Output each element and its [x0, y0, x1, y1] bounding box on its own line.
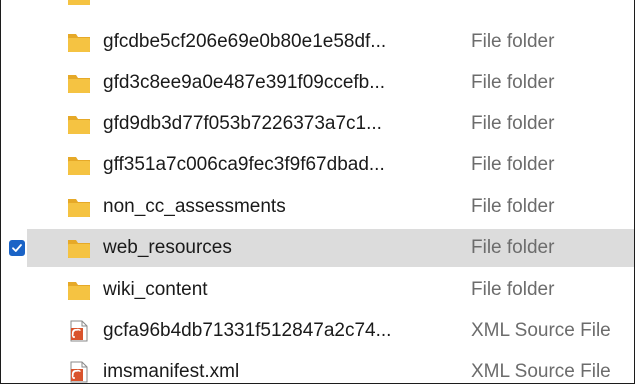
file-row[interactable]: imsmanifest.xml XML Source File	[27, 353, 634, 383]
file-row[interactable]: gcfa96b4db71331f512847a2c74... XML Sourc…	[27, 312, 634, 350]
file-name: wiki_content	[103, 279, 208, 300]
file-type: XML Source File	[471, 361, 611, 382]
file-row[interactable]: gff351a7c006ca9fec3f9f67dbad... File fol…	[27, 146, 634, 184]
file-explorer-list-view: gfcdbe5cf206e69e0b80e1e58df... File fold…	[0, 0, 635, 384]
file-type: File folder	[471, 154, 555, 175]
file-name: gff351a7c006ca9fec3f9f67dbad...	[103, 154, 385, 175]
file-row-selected[interactable]: web_resources File folder	[9, 229, 634, 267]
file-name: gfd3c8ee9a0e487e391f09ccefb...	[103, 72, 386, 93]
file-name: gfd9db3d77f053b7226373a7c1...	[103, 113, 382, 134]
file-row-clipped[interactable]	[27, 0, 634, 14]
file-type: File folder	[471, 279, 555, 300]
file-row[interactable]: gfd3c8ee9a0e487e391f09ccefb... File fold…	[27, 64, 634, 102]
file-row[interactable]: gfd9db3d77f053b7226373a7c1... File folde…	[27, 105, 634, 143]
folder-icon	[67, 279, 91, 301]
xml-file-icon	[67, 320, 91, 342]
file-name: gfcdbe5cf206e69e0b80e1e58df...	[103, 31, 387, 52]
file-type: File folder	[471, 113, 555, 134]
xml-file-icon	[67, 361, 91, 383]
folder-icon	[67, 237, 91, 259]
file-list: gfcdbe5cf206e69e0b80e1e58df... File fold…	[1, 0, 634, 383]
file-row[interactable]: wiki_content File folder	[27, 271, 634, 309]
folder-icon	[67, 0, 91, 6]
file-row[interactable]: non_cc_assessments File folder	[27, 188, 634, 226]
file-type: XML Source File	[471, 320, 611, 341]
folder-icon	[67, 154, 91, 176]
file-type: File folder	[471, 72, 555, 93]
selection-checkbox[interactable]	[9, 240, 25, 256]
folder-icon	[67, 31, 91, 53]
file-name: web_resources	[103, 237, 232, 258]
folder-icon	[67, 72, 91, 94]
folder-icon	[67, 196, 91, 218]
file-type: File folder	[471, 196, 555, 217]
file-row[interactable]: gfcdbe5cf206e69e0b80e1e58df... File fold…	[27, 23, 634, 61]
file-type: File folder	[471, 237, 555, 258]
file-type: File folder	[471, 31, 555, 52]
folder-icon	[67, 113, 91, 135]
file-name: non_cc_assessments	[103, 196, 286, 217]
file-name: gcfa96b4db71331f512847a2c74...	[103, 320, 392, 341]
file-name: imsmanifest.xml	[103, 361, 240, 382]
